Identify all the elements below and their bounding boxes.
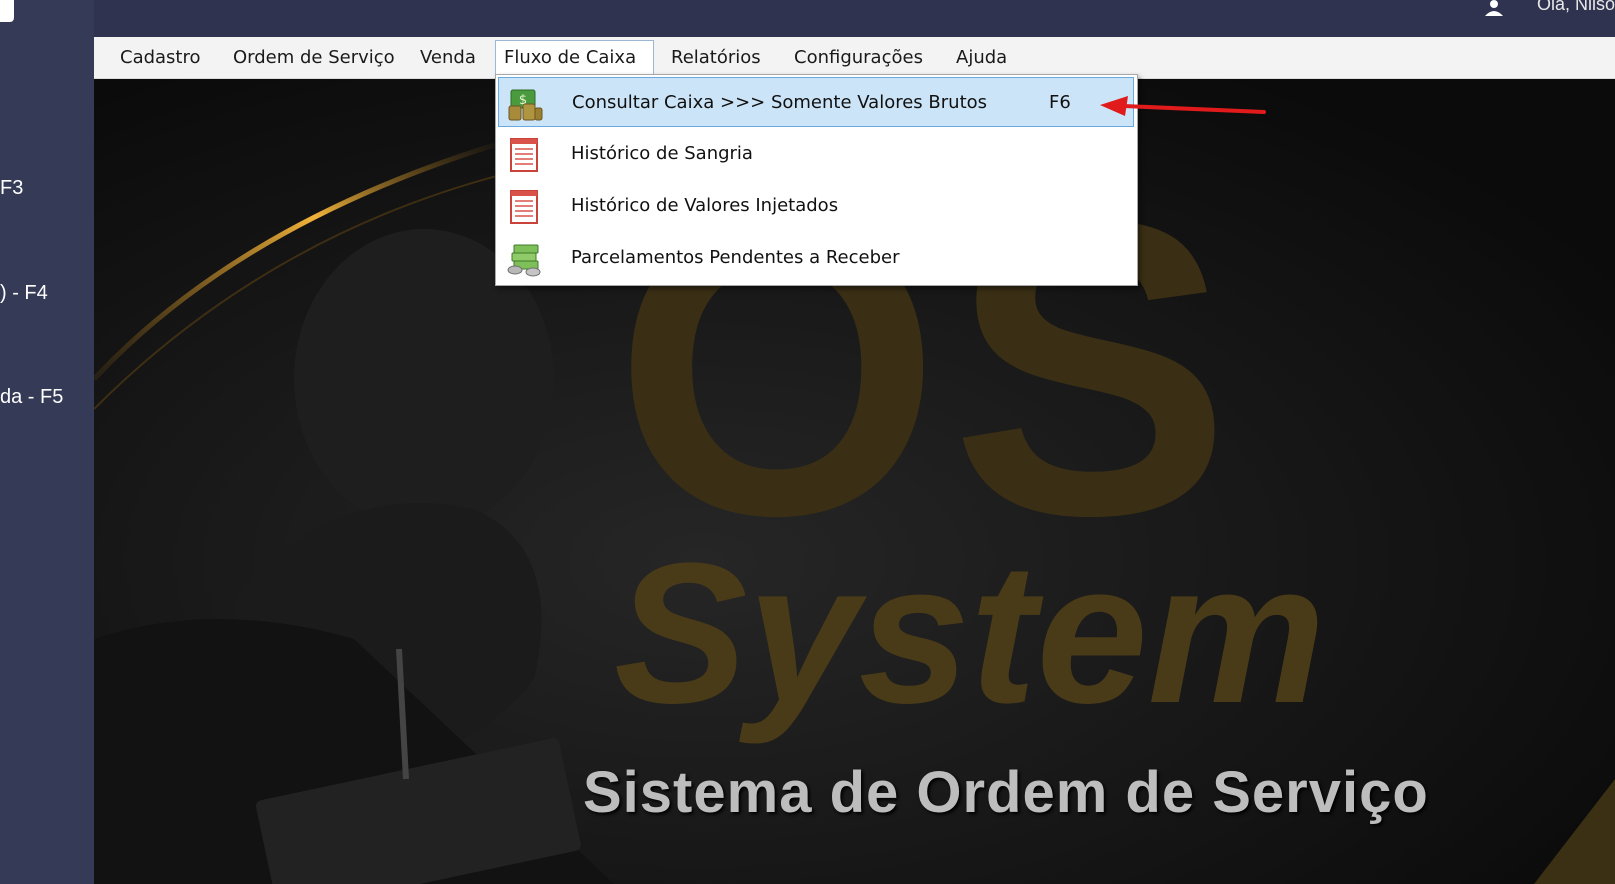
menu-configuracoes[interactable]: Configurações xyxy=(786,37,931,78)
menu-item-label: Histórico de Valores Injetados xyxy=(571,195,839,216)
shortcut-label-f5[interactable]: da - F5 xyxy=(0,386,63,409)
money-stack-icon: $ xyxy=(508,89,543,121)
top-bar: Olá, Nilso xyxy=(94,0,1615,37)
menu-item-historico-sangria[interactable]: Histórico de Sangria xyxy=(498,129,1134,179)
menu-item-shortcut: F6 xyxy=(1049,92,1071,113)
menu-item-label: Parcelamentos Pendentes a Receber xyxy=(571,247,900,268)
menu-item-label: Histórico de Sangria xyxy=(571,143,753,164)
menu-fluxo-de-caixa[interactable]: Fluxo de Caixa xyxy=(495,40,654,78)
annotation-arrow-icon xyxy=(1100,96,1266,116)
menu-bar: Cadastro Ordem de Serviço Venda Fluxo de… xyxy=(94,37,1615,79)
menu-venda[interactable]: Venda xyxy=(412,37,484,78)
shortcut-label-f4[interactable]: ) - F4 xyxy=(0,282,48,305)
fluxo-de-caixa-dropdown: $ Consultar Caixa >>> Somente Valores Br… xyxy=(495,74,1138,286)
shortcut-label-f3[interactable]: F3 xyxy=(0,177,23,200)
report-list-icon xyxy=(510,190,538,224)
left-shortcut-panel: F3 ) - F4 da - F5 xyxy=(0,0,94,884)
menu-item-consultar-caixa[interactable]: $ Consultar Caixa >>> Somente Valores Br… xyxy=(498,77,1134,127)
logo-system-text: System xyxy=(614,522,1326,745)
menu-item-label: Consultar Caixa >>> Somente Valores Brut… xyxy=(572,92,988,113)
user-icon[interactable] xyxy=(1483,0,1505,16)
cash-coins-icon xyxy=(507,244,541,277)
user-greeting: Olá, Nilso xyxy=(1536,0,1615,14)
menu-item-historico-valores-injetados[interactable]: Histórico de Valores Injetados xyxy=(498,181,1134,231)
menu-item-parcelamentos-pendentes[interactable]: Parcelamentos Pendentes a Receber xyxy=(498,233,1134,283)
report-list-icon xyxy=(510,138,538,172)
menu-cadastro[interactable]: Cadastro xyxy=(112,37,209,78)
window-chip xyxy=(0,0,14,22)
menu-ordem-de-servico[interactable]: Ordem de Serviço xyxy=(225,37,403,78)
menu-ajuda[interactable]: Ajuda xyxy=(948,37,1015,78)
brand-subtitle: Sistema de Ordem de Serviço xyxy=(583,760,1429,825)
menu-relatorios[interactable]: Relatórios xyxy=(663,37,769,78)
